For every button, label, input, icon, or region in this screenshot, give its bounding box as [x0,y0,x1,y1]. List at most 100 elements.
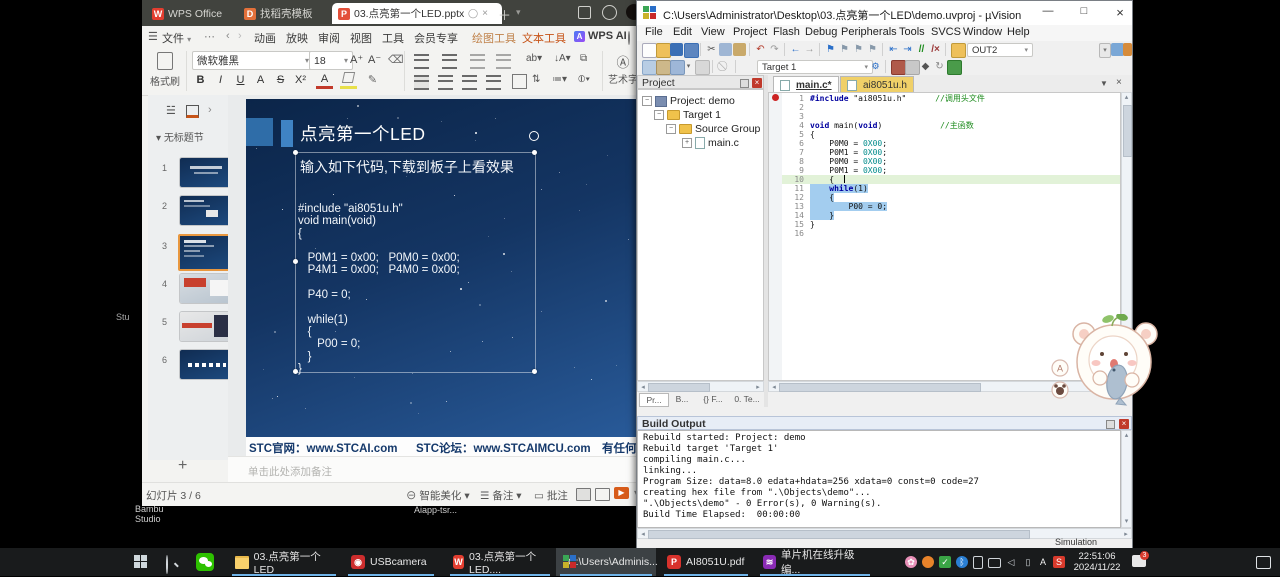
code-line[interactable]: 2 [782,103,1120,112]
slide-thumbnail-6[interactable] [180,350,232,379]
align-left-icon[interactable] [414,75,429,90]
project-hscrollbar[interactable]: ◂ ▸ [637,381,764,392]
taskbar-item-uvision[interactable]: C:\Users\Adminis... [556,548,656,576]
code-line[interactable]: 15} [782,220,1120,229]
notification-message-icon[interactable]: 3 [1132,555,1146,567]
selection-handle[interactable] [293,150,298,155]
slide-title[interactable]: 点亮第一个LED [300,121,426,146]
menu-review[interactable]: 审阅 [318,30,340,46]
new-tab-button[interactable]: ＋ [498,5,511,24]
columns-icon[interactable]: ⧉ [580,53,587,64]
tray-browser-icon[interactable] [922,556,934,568]
maximize-button[interactable]: □ [1073,5,1095,17]
find-in-files-icon[interactable] [951,43,966,58]
tab-books[interactable]: B... [670,393,694,405]
tray-bluetooth-icon[interactable]: ᛒ [956,556,968,568]
tree-item-main-c[interactable]: +main.c [682,137,739,149]
menu-drawing-tools[interactable]: 绘图工具 [472,30,516,46]
selection-handle[interactable] [532,369,537,374]
menu-flash[interactable]: Flash [773,26,800,38]
open-file-icon[interactable] [656,43,671,58]
decrease-indent-icon[interactable] [470,54,485,69]
notes-button[interactable]: ☰ 备注 ▾ [480,488,522,503]
download-icon[interactable] [695,60,710,75]
vertical-text-icon[interactable]: ↓A▾ [554,53,571,64]
collapse-icon[interactable]: − [654,110,664,120]
code-line[interactable]: 10 { [782,175,1120,184]
code-line[interactable]: 7 P0M1 = 0X00; [782,148,1120,157]
rebuild-all-icon[interactable] [670,60,685,75]
line-spacing-icon[interactable]: ⇅ [532,74,540,85]
tray-mic-icon[interactable]: ▯ [1022,556,1034,568]
menu-project[interactable]: Project [733,26,767,38]
taskbar-item-stc-isp[interactable]: ≋ 单片机在线升级编... [756,548,874,576]
menu-membership[interactable]: 会员专享 [414,30,458,46]
code-line[interactable]: 16 [782,229,1120,238]
camera-sticker-overlay[interactable]: A [1050,314,1164,406]
translate-file-icon[interactable] [642,60,657,75]
menu-view[interactable]: 视图 [350,30,372,46]
char-border-button[interactable]: A [252,72,269,89]
navigate-forward-icon[interactable]: → [803,43,816,56]
desktop-icon-label[interactable]: Bambu Studio [135,504,164,524]
taskbar-item-usbcamera[interactable]: ◉ USBcamera [344,548,438,576]
skin-globe-icon[interactable] [602,5,617,20]
indent-icon[interactable]: ⇥ [901,43,914,56]
taskbar-item-wps[interactable]: W 03.点亮第一个LED.... [446,548,554,576]
bookmark-next-icon[interactable]: ⚑ [852,43,865,56]
tab-project[interactable]: Pr... [639,393,669,407]
target-select-combo[interactable]: Target 1▾ [757,60,873,74]
art-font-style-button[interactable]: Ⓐ 艺术字样 [608,52,638,86]
editor-tab-main-c[interactable]: main.c* [773,76,839,93]
new-file-icon[interactable] [642,43,657,58]
tray-volume-icon[interactable]: ◁ [1005,556,1017,568]
numbered-list-icon[interactable] [442,54,457,69]
text-effect-button[interactable]: ✎ [364,72,381,89]
slide-thumbnail-1[interactable] [180,158,232,187]
menu-animation[interactable]: 动画 [254,30,276,46]
code-line[interactable]: 4void main(void) //主函数 [782,121,1120,130]
selection-handle[interactable] [532,150,537,155]
code-line[interactable]: 9 P0M1 = 0X00; [782,166,1120,175]
tab-functions[interactable]: {} F... [697,393,729,405]
desktop-icon-label[interactable]: Stu [116,312,130,322]
build-output-close-icon[interactable]: × [1119,419,1129,429]
para-spacing-icon[interactable]: ≔▾ [552,74,567,85]
manage-target-icon[interactable]: ⚙ [869,60,882,73]
align-center-icon[interactable] [438,75,453,90]
nav-back-icon[interactable]: ‹ [226,30,230,42]
text-box-frame-icon[interactable] [512,74,527,89]
cut-icon[interactable]: ✂ [705,43,718,56]
tree-item-project[interactable]: −Project: demo [642,95,735,107]
clear-format-icon[interactable]: ⌫ [388,53,404,66]
play-slideshow-button[interactable]: ▶ [614,487,629,499]
code-line[interactable]: 12 { [782,193,1120,202]
copy-icon[interactable] [719,43,732,56]
pin-icon[interactable] [740,79,749,88]
undo-icon[interactable]: ↶ [754,43,767,56]
decrease-font-icon[interactable]: A⁻ [368,53,381,66]
menu-svcs[interactable]: SVCS [931,26,961,38]
tab-templates[interactable]: 0. Te... [731,393,763,405]
pack-installer-icon[interactable] [947,60,962,75]
expand-icon[interactable]: + [682,138,692,148]
comments-button[interactable]: ▭ 批注 [534,488,568,503]
add-slide-button[interactable]: + [178,457,187,475]
menu-edit[interactable]: Edit [673,26,692,38]
tab-list-caret[interactable]: ▾ [516,7,521,18]
bookmark-prev-icon[interactable]: ⚑ [838,43,851,56]
superscript-button[interactable]: X² [292,72,309,89]
taskbar-item-folder[interactable]: 03.点亮第一个LED [228,548,340,576]
tab-list-caret[interactable]: ▼ [1100,79,1108,88]
font-size-select[interactable]: 18▾ [309,51,353,70]
slide-canvas[interactable]: 点亮第一个LED 输入如下代码,下载到板子上看效果 #include "ai80… [246,99,638,456]
project-panel-close-icon[interactable]: × [752,78,762,88]
bold-button[interactable]: B [192,72,209,89]
menu-slideshow[interactable]: 放映 [286,30,308,46]
nav-forward-icon[interactable]: › [238,30,242,42]
text-direction-icon[interactable]: ab▾ [526,53,542,64]
collapse-panel-icon[interactable]: › [208,104,212,116]
debug-session-icon[interactable] [905,60,920,75]
distribute-icon[interactable]: ⦶▾ [578,74,590,85]
pin-icon[interactable] [1106,420,1115,429]
